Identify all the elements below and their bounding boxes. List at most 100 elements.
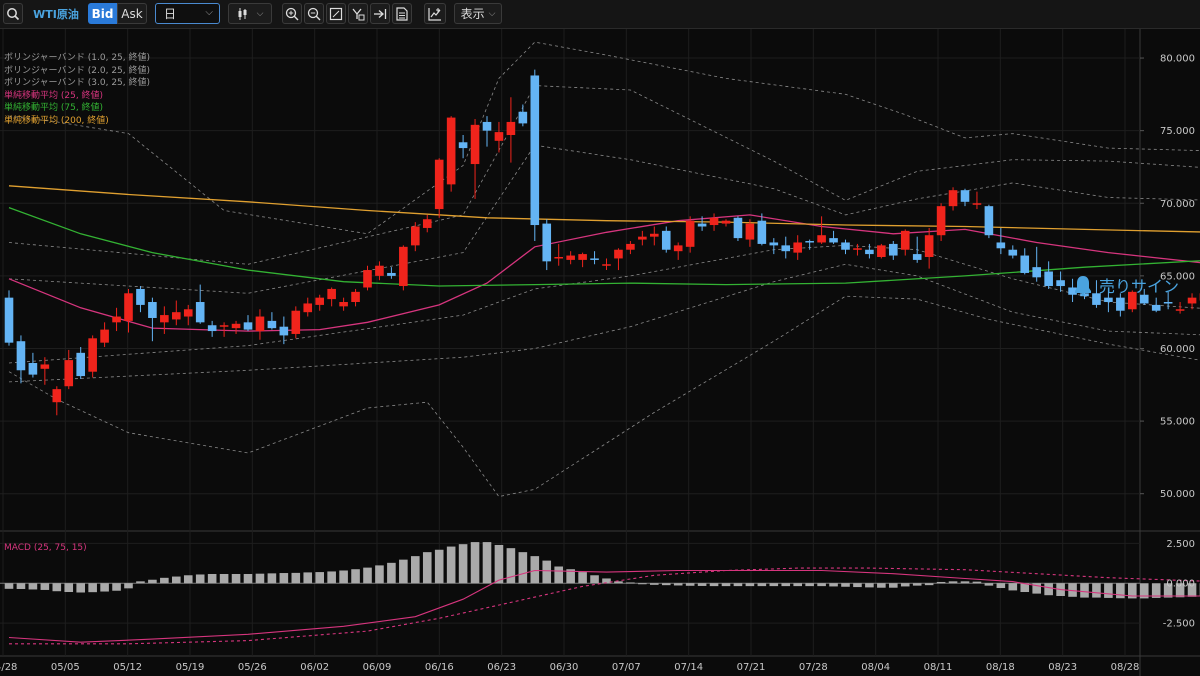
candle bbox=[1187, 293, 1197, 310]
sell-signal-alert[interactable]: 売りサイン bbox=[1072, 273, 1179, 297]
macd-legend[interactable]: MACD (25, 75, 15) bbox=[4, 542, 87, 555]
macd-y-tick-label: 0.000 bbox=[1166, 579, 1195, 590]
macd-histogram-bar bbox=[626, 582, 635, 584]
candle bbox=[267, 312, 277, 330]
candle bbox=[1044, 261, 1053, 289]
macd-histogram-bar bbox=[231, 573, 241, 584]
bid-button[interactable]: Bid bbox=[88, 3, 117, 24]
time-axis[interactable]: 04/28 05/05 05/12 05/19 05/26 06/02 06/09 06/16… bbox=[0, 662, 1139, 673]
macd-histogram-bar bbox=[924, 583, 934, 586]
macd-histogram-bar bbox=[877, 583, 886, 588]
candle bbox=[339, 297, 348, 311]
macd-histogram-bar bbox=[183, 575, 193, 584]
display-menu-button[interactable]: 表示 ⌵ bbox=[454, 3, 502, 24]
candle bbox=[387, 267, 396, 279]
zoom-out-button[interactable] bbox=[304, 3, 324, 24]
candle bbox=[709, 213, 719, 231]
candle bbox=[805, 239, 814, 250]
macd-histogram-bar bbox=[745, 583, 755, 587]
candle bbox=[124, 288, 133, 333]
macd-histogram-bar bbox=[841, 583, 850, 587]
macd-histogram-bar bbox=[52, 583, 62, 592]
x-tick-label: 08/23 bbox=[1048, 662, 1077, 673]
macd-histogram-bar bbox=[482, 542, 492, 584]
symbol-label[interactable]: WTI原油 bbox=[30, 3, 82, 24]
search-button[interactable] bbox=[3, 3, 23, 24]
legend-sma200[interactable]: 単純移動平均 (200, 終値) bbox=[4, 115, 150, 128]
legend-bb2[interactable]: ボリンジャーバンド (2.0, 25, 終値) bbox=[4, 65, 150, 78]
macd-histogram-bar bbox=[638, 583, 647, 585]
candle bbox=[912, 236, 922, 263]
x-tick-label: 04/28 bbox=[0, 662, 17, 673]
timeframe-select[interactable]: 日 ⌵ bbox=[155, 3, 220, 24]
macd-histogram-bar bbox=[112, 583, 121, 591]
candle bbox=[996, 227, 1006, 255]
macd-histogram-bar bbox=[422, 552, 432, 584]
macd-histogram-bar bbox=[661, 583, 671, 586]
candle bbox=[853, 243, 862, 256]
legend-sma75[interactable]: 単純移動平均 (75, 終値) bbox=[4, 102, 150, 115]
candle bbox=[590, 251, 599, 265]
candle bbox=[1020, 248, 1030, 275]
macd-histogram-bar bbox=[984, 583, 994, 586]
candle bbox=[4, 290, 14, 346]
macd-histogram-bar bbox=[327, 571, 336, 584]
macd-histogram-bar bbox=[4, 583, 14, 589]
candle bbox=[506, 97, 516, 163]
macd-histogram-bar bbox=[136, 581, 145, 584]
price-axis[interactable]: 50.00055.00060.00065.00070.00075.00080.0… bbox=[1140, 54, 1195, 630]
candle bbox=[566, 251, 575, 265]
macd-histogram-bar bbox=[243, 573, 253, 584]
x-tick-label: 05/12 bbox=[113, 662, 142, 673]
y-tick-label: 55.000 bbox=[1160, 417, 1195, 428]
macd-histogram-bar bbox=[673, 583, 683, 586]
candle bbox=[363, 265, 372, 291]
macd-histogram-bar bbox=[614, 581, 623, 584]
add-indicator-button[interactable] bbox=[424, 3, 446, 24]
scroll-to-end-icon bbox=[374, 8, 387, 19]
candle bbox=[1056, 271, 1065, 292]
add-indicator-icon bbox=[428, 7, 441, 21]
candle bbox=[614, 248, 623, 271]
macd-histogram-bar bbox=[769, 583, 779, 587]
chart-area[interactable]: 50.00055.00060.00065.00070.00075.00080.0… bbox=[0, 29, 1200, 676]
macd-y-tick-label: -2.500 bbox=[1163, 619, 1195, 630]
macd-histogram-bar bbox=[267, 573, 277, 584]
macd-histogram-bar bbox=[865, 583, 874, 588]
candle bbox=[327, 287, 336, 307]
fit-button[interactable] bbox=[326, 3, 346, 24]
text-tool-button[interactable] bbox=[348, 3, 368, 24]
x-tick-label: 05/05 bbox=[51, 662, 80, 673]
candle bbox=[578, 252, 587, 268]
document-button[interactable] bbox=[392, 3, 412, 24]
macd-pane bbox=[4, 542, 1200, 645]
x-tick-label: 07/14 bbox=[674, 662, 703, 673]
candle bbox=[889, 241, 898, 260]
macd-histogram-bar bbox=[76, 583, 85, 593]
ask-button[interactable]: Ask bbox=[117, 3, 147, 24]
macd-histogram-bar bbox=[709, 583, 719, 587]
candle bbox=[984, 204, 994, 239]
scroll-to-end-button[interactable] bbox=[370, 3, 390, 24]
candle bbox=[172, 300, 181, 326]
x-tick-label: 05/19 bbox=[176, 662, 205, 673]
candle bbox=[231, 320, 241, 334]
x-tick-label: 05/26 bbox=[238, 662, 267, 673]
macd-histogram-bar bbox=[912, 583, 922, 586]
legend-bb1[interactable]: ボリンジャーバンド (1.0, 25, 終値) bbox=[4, 52, 150, 65]
chevron-down-icon: ⌵ bbox=[205, 7, 213, 18]
macd-histogram-bar bbox=[590, 575, 599, 584]
legend-bb3[interactable]: ボリンジャーバンド (3.0, 25, 終値) bbox=[4, 77, 150, 90]
chart-type-select[interactable]: ⌵ bbox=[228, 3, 272, 24]
candle bbox=[315, 294, 324, 311]
x-tick-label: 06/02 bbox=[300, 662, 329, 673]
candle bbox=[482, 116, 492, 147]
bell-icon bbox=[1075, 276, 1091, 296]
candle bbox=[470, 119, 480, 199]
legend-sma25[interactable]: 単純移動平均 (25, 終値) bbox=[4, 90, 150, 103]
zoom-in-button[interactable] bbox=[282, 3, 302, 24]
candle bbox=[972, 191, 982, 210]
macd-histogram-bar bbox=[399, 559, 408, 584]
candle bbox=[829, 230, 838, 244]
macd-histogram-bar bbox=[470, 542, 480, 584]
